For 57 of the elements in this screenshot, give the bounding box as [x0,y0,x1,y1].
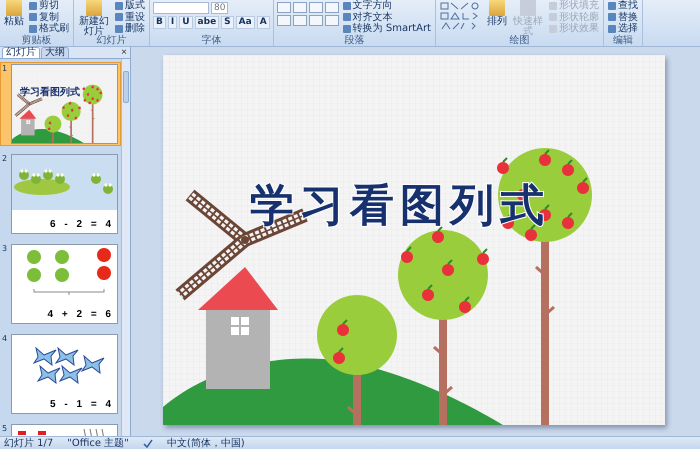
equation-text: 5 - 1 = 4 [50,399,111,410]
align-icon[interactable] [324,15,339,26]
equation-text: 6 - 2 = 4 [50,219,111,230]
slide-canvas[interactable]: 学习看图列式 [163,55,665,425]
align-icon[interactable] [276,15,291,26]
font-size-field[interactable]: 80 [211,2,228,14]
format-button[interactable]: A [256,16,270,29]
toolbar-button[interactable]: 格式刷 [28,23,70,35]
spellcheck-icon[interactable] [142,438,153,448]
align-icon[interactable] [308,15,323,26]
format-button[interactable]: S [221,16,234,29]
toolbar-button[interactable]: 复制 [28,12,70,24]
toolbar-button[interactable]: 对齐文本 [342,12,432,24]
status-text: 幻灯片 1/7 [4,438,54,448]
toolbar-button[interactable]: 重设 [114,12,146,24]
font-name-field[interactable] [153,2,209,14]
toolbar-button[interactable]: 排列 [486,0,508,27]
toolbar-button[interactable]: 版式 [114,0,146,12]
slide-number: 2 [2,154,8,165]
slide-list-item[interactable]: 1 学习看图列式 [0,62,121,146]
toolbar-button[interactable]: 选择 [606,23,639,35]
slide-number: 1 [2,64,8,75]
equation-text: 4 + 2 = 6 [48,309,111,320]
slide-title: 学习看图列式 [20,86,80,99]
close-button[interactable]: × [118,48,130,58]
list-icon[interactable] [276,2,291,13]
group-label: 剪贴板 [20,35,52,46]
list-icon[interactable] [292,2,307,13]
slide-number: 4 [2,334,8,345]
format-button[interactable]: abe [194,16,220,29]
format-button[interactable]: Aa [236,16,255,29]
status-text: 中文(简体，中国) [166,438,245,448]
group-label: 编辑 [612,35,634,46]
toolbar-button[interactable]: 删除 [114,23,146,35]
group-label: 绘图 [508,35,530,46]
toolbar-button[interactable]: 替换 [606,12,639,24]
format-button[interactable]: I [168,16,178,29]
status-text: "Office 主题" [67,438,129,448]
group-label: 字体 [200,35,222,46]
panel-tab[interactable]: 幻灯片 [2,47,40,58]
group-label: 幻灯片 [96,35,128,46]
toolbar-button[interactable]: 转换为 SmartArt [342,23,432,35]
panel-tab[interactable]: 大纲 [41,47,69,58]
scrollbar[interactable] [121,59,130,436]
group-label: 段落 [343,35,366,46]
slide-number: 3 [2,244,8,255]
format-button[interactable]: U [179,16,193,29]
toolbar-button[interactable]: 查找 [606,0,639,12]
list-icon[interactable] [308,2,323,13]
slide-title: 学习看图列式 [250,180,550,231]
list-icon[interactable] [324,2,339,13]
align-icon[interactable] [292,15,307,26]
toolbar-button[interactable]: 剪切 [28,0,70,12]
toolbar-button[interactable]: 文字方向 [342,0,432,12]
format-button[interactable]: B [153,16,166,29]
toolbar-button[interactable]: 粘贴 [3,0,25,27]
slide-number: 5 [2,424,8,435]
